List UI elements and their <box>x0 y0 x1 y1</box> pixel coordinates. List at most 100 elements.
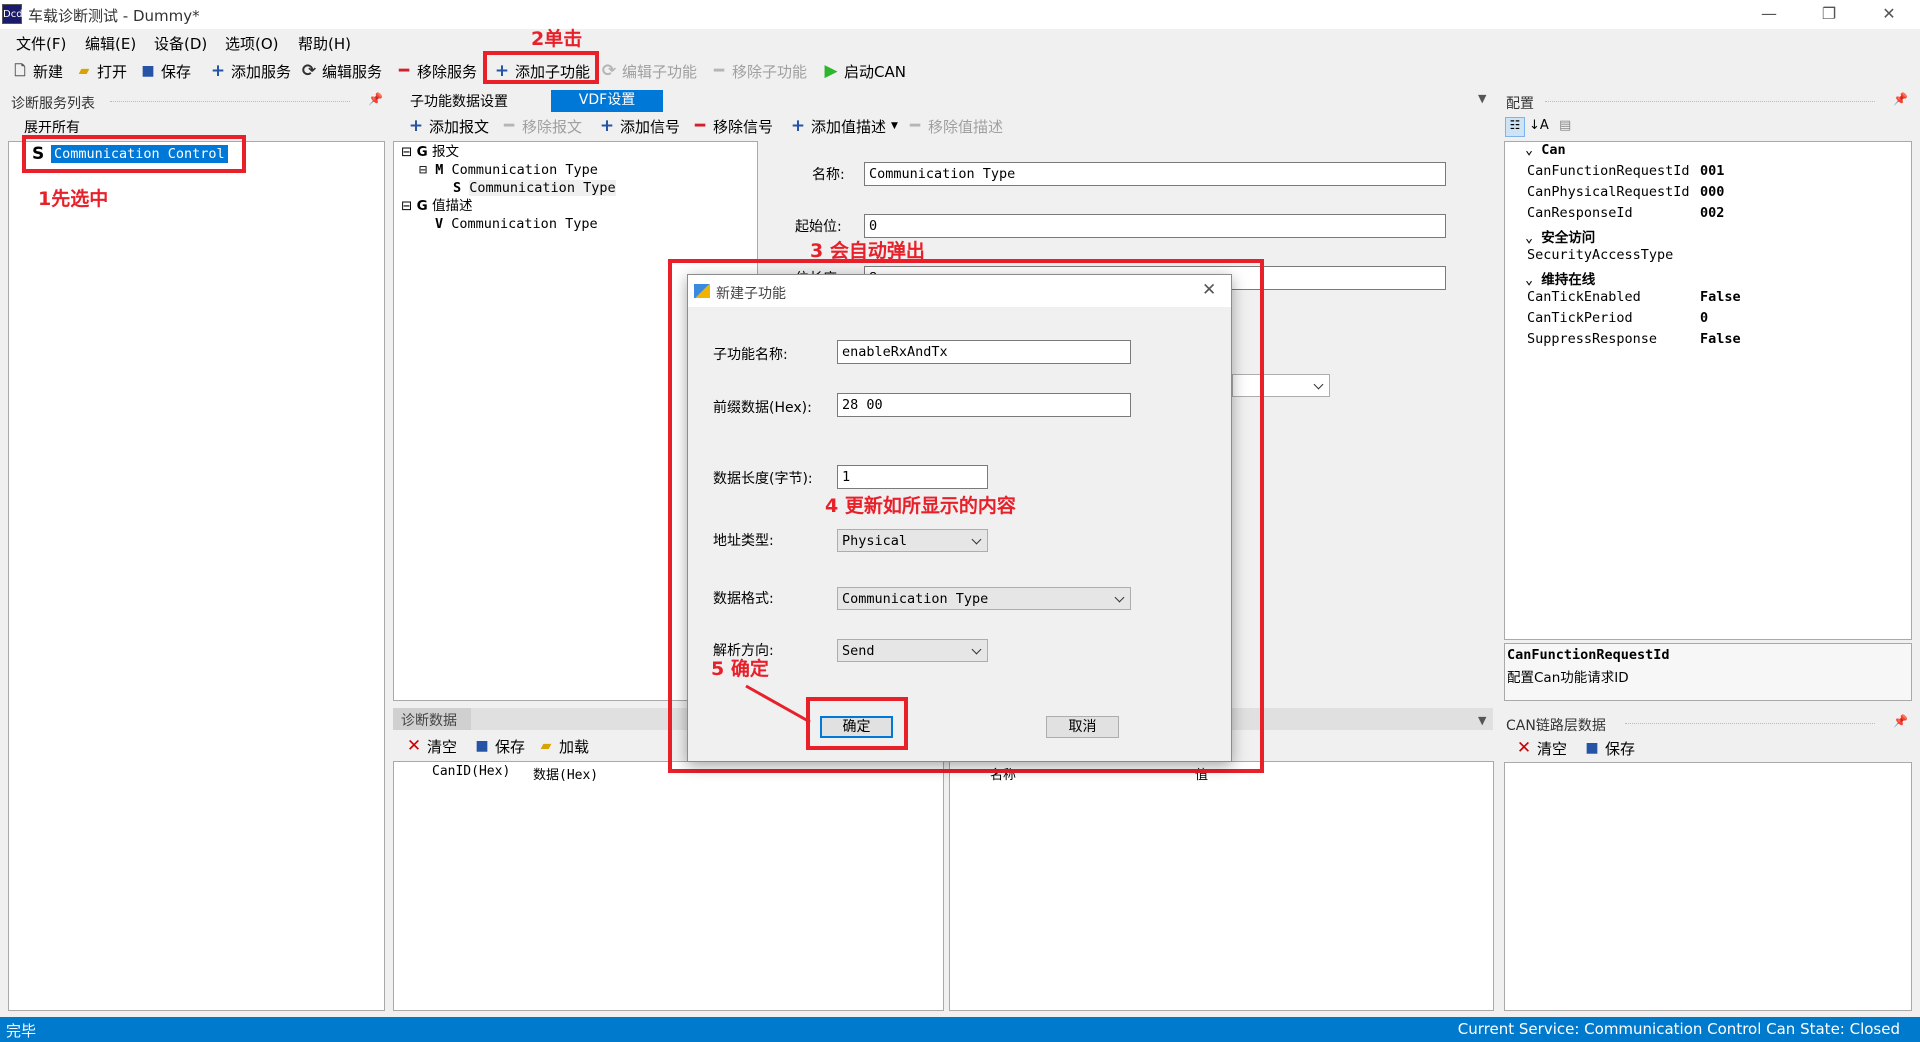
left-panel-title: 诊断服务列表 <box>11 96 95 112</box>
tab-vdf[interactable]: VDF设置 <box>551 90 663 112</box>
dialog-title: 新建子功能 <box>716 286 786 302</box>
name-label: 名称: <box>812 167 845 183</box>
add-value-desc-button[interactable]: + 添加值描述 ▼ <box>790 114 898 138</box>
can-clear-button[interactable]: ✕ 清空 <box>1516 736 1567 760</box>
new-button[interactable]: 🗋 新建 <box>12 59 63 83</box>
diag-load-button[interactable]: ▰ 加载 <box>538 734 589 758</box>
name-input[interactable]: Communication Type <box>864 162 1446 186</box>
chevron-down-icon[interactable]: ▼ <box>1478 92 1486 105</box>
title-grip <box>110 101 350 102</box>
status-left: 完毕 <box>6 1022 37 1040</box>
diag-table-right <box>949 761 1494 1011</box>
remove-signal-button[interactable]: ━ 移除信号 <box>692 114 773 138</box>
edit-service-button[interactable]: ⟳ 编辑服务 <box>301 59 382 83</box>
minus-icon: ━ <box>909 116 921 136</box>
x-icon: ✕ <box>1516 738 1532 758</box>
window-title: 车载诊断测试 - Dummy* <box>28 7 200 25</box>
close-button[interactable]: ✕ <box>1860 0 1918 29</box>
menu-bar <box>0 29 1920 57</box>
expand-all-link[interactable]: 展开所有 <box>24 117 80 137</box>
remove-subfunction-button[interactable]: ━ 移除子功能 <box>711 59 807 83</box>
folder-icon: ▰ <box>540 738 552 754</box>
group-can[interactable]: ⌄ Can <box>1525 142 1910 163</box>
menu-options[interactable]: 选项(O) <box>225 33 279 54</box>
data-length-input[interactable]: 1 <box>837 465 988 489</box>
group-keepalive[interactable]: ⌄ 维持在线 <box>1525 268 1910 289</box>
config-title: 配置 <box>1506 96 1534 112</box>
desc-text: 配置Can功能请求ID <box>1507 670 1629 686</box>
menu-file[interactable]: 文件(F) <box>16 33 66 54</box>
close-icon[interactable]: ✕ <box>1202 280 1216 300</box>
can-save-button[interactable]: ■ 保存 <box>1584 736 1635 760</box>
minus-icon: ━ <box>503 116 515 136</box>
prop-row[interactable]: CanFunctionRequestId 001 <box>1525 163 1910 184</box>
folder-icon: ▰ <box>78 63 90 79</box>
annotation-2: 2单击 <box>531 28 583 50</box>
prop-row[interactable]: CanPhysicalRequestId 000 <box>1525 184 1910 205</box>
categorized-icon[interactable]: ☷ <box>1505 117 1525 137</box>
prop-row[interactable]: CanTickEnabled False <box>1525 289 1910 310</box>
open-button[interactable]: ▰ 打开 <box>76 59 127 83</box>
menu-device[interactable]: 设备(D) <box>154 33 207 54</box>
group-security[interactable]: ⌄ 安全访问 <box>1525 226 1910 247</box>
start-can-button[interactable]: ▶ 启动CAN <box>823 59 906 83</box>
menu-help[interactable]: 帮助(H) <box>298 33 351 54</box>
prefix-input[interactable]: 28 00 <box>837 393 1131 417</box>
start-bit-input[interactable]: 0 <box>864 214 1446 238</box>
tree-node-value-desc[interactable]: V Communication Type <box>401 215 616 233</box>
restore-button[interactable]: ❐ <box>1800 0 1858 29</box>
dialog-app-icon <box>694 284 710 298</box>
prop-row[interactable]: SecurityAccessType <box>1525 247 1910 268</box>
prop-row[interactable]: SuppressResponse False <box>1525 331 1910 352</box>
plus-icon: + <box>408 116 424 136</box>
add-message-button[interactable]: + 添加报文 <box>408 114 489 138</box>
address-type-label: 地址类型: <box>713 533 774 549</box>
prop-row[interactable]: CanResponseId 002 <box>1525 205 1910 226</box>
edit-subfunction-button[interactable]: ⟳ 编辑子功能 <box>601 59 697 83</box>
subfunction-name-label: 子功能名称: <box>713 347 788 363</box>
plus-icon: + <box>210 61 226 81</box>
add-signal-button[interactable]: + 添加信号 <box>599 114 680 138</box>
tree-node-value-group[interactable]: ⊟ G 值描述 <box>401 197 616 215</box>
save-button[interactable]: ■ 保存 <box>140 59 191 83</box>
start-bit-label: 起始位: <box>795 219 842 235</box>
prop-row[interactable]: CanTickPeriod 0 <box>1525 310 1910 331</box>
address-type-select[interactable]: Physical <box>837 529 988 552</box>
sort-az-icon[interactable]: ↓A <box>1529 118 1549 133</box>
tab-subfunction-data[interactable]: 子功能数据设置 <box>410 91 508 111</box>
pin-icon[interactable]: 📌 <box>368 92 383 106</box>
cancel-button[interactable]: 取消 <box>1046 716 1119 738</box>
diag-table-left <box>393 761 944 1011</box>
dropdown-arrow-icon: ▼ <box>891 121 898 131</box>
minimize-button[interactable]: — <box>1740 0 1798 29</box>
menu-edit[interactable]: 编辑(E) <box>85 33 136 54</box>
highlight-service <box>22 135 246 173</box>
pin-icon[interactable]: 📌 <box>1893 714 1908 728</box>
pin-icon[interactable]: 📌 <box>1893 92 1908 106</box>
tree-node-message-group[interactable]: ⊟ G 报文 <box>401 143 616 161</box>
tree-node-signal[interactable]: S Communication Type <box>401 179 616 197</box>
direction-select[interactable]: Send <box>837 639 988 662</box>
plus-icon: + <box>790 116 806 136</box>
subfunction-name-input[interactable]: enableRxAndTx <box>837 340 1131 364</box>
data-format-select[interactable]: Communication Type <box>837 587 1131 610</box>
save-icon: ■ <box>1585 740 1599 756</box>
can-data-panel <box>1504 762 1912 1011</box>
minus-icon: ━ <box>398 61 410 81</box>
remove-service-button[interactable]: ━ 移除服务 <box>396 59 477 83</box>
tab-diag-data[interactable]: 诊断数据 <box>393 708 471 730</box>
prefix-label: 前缀数据(Hex): <box>713 400 812 416</box>
property-pages-icon[interactable]: ▤ <box>1559 118 1571 133</box>
vdf-tree: ⊟ G 报文 ⊟ M Communication Type S Communic… <box>401 143 616 233</box>
add-service-button[interactable]: + 添加服务 <box>210 59 291 83</box>
diag-clear-button[interactable]: ✕ 清空 <box>406 734 457 758</box>
tree-node-message[interactable]: ⊟ M Communication Type <box>401 161 616 179</box>
annotation-4: 4 更新如所显示的内容 <box>825 495 1016 517</box>
chevron-down-icon[interactable]: ▼ <box>1478 714 1486 727</box>
remove-message-button[interactable]: ━ 移除报文 <box>501 114 582 138</box>
remove-value-desc-button[interactable]: ━ 移除值描述 <box>907 114 1003 138</box>
diag-save-button[interactable]: ■ 保存 <box>474 734 525 758</box>
title-bar <box>0 0 1920 29</box>
col-data: 数据(Hex) <box>533 768 599 783</box>
plus-icon: + <box>599 116 615 136</box>
